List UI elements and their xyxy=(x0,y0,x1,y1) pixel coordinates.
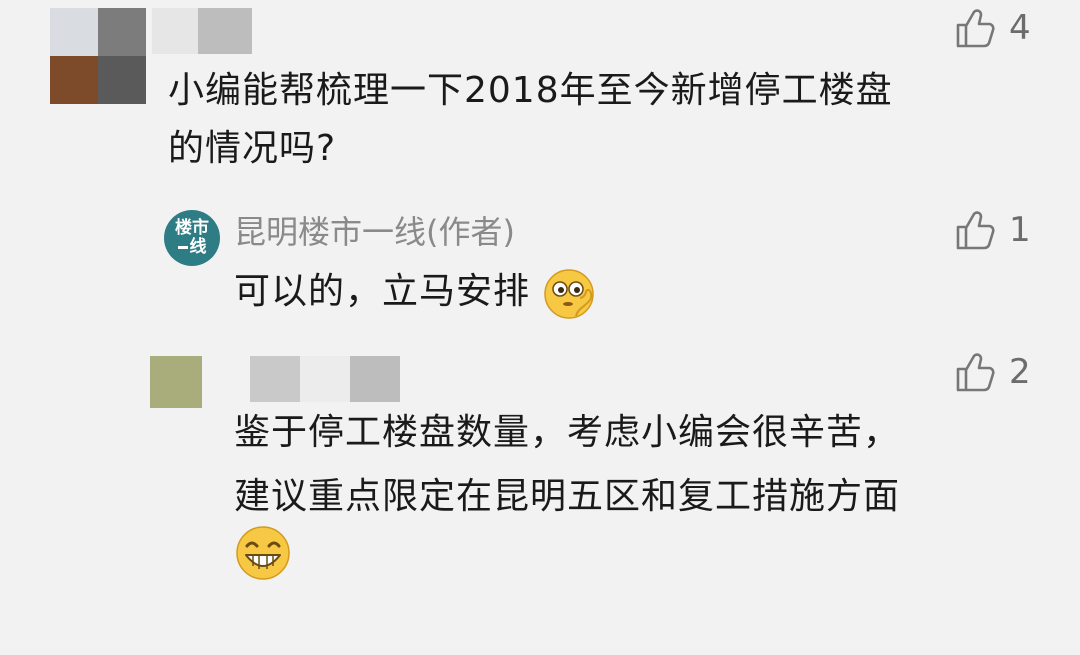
author-name[interactable]: 昆明楼市一线(作者) xyxy=(234,212,515,252)
like-count: 4 xyxy=(1009,8,1031,48)
username-redacted[interactable] xyxy=(250,356,400,402)
like-count: 1 xyxy=(1009,210,1031,250)
like-count: 2 xyxy=(1009,352,1031,392)
username-redacted[interactable] xyxy=(152,8,252,54)
avatar[interactable] xyxy=(150,356,202,408)
comment-line: 鉴于停工楼盘数量，考虑小编会很辛苦， xyxy=(234,412,901,453)
author-avatar[interactable]: 楼市 线 xyxy=(164,210,220,266)
thinking-emoji xyxy=(544,269,595,319)
thumbs-up-icon xyxy=(956,353,995,392)
thumbs-up-icon xyxy=(956,9,995,48)
avatar[interactable] xyxy=(50,8,146,104)
comment-line: 建议重点限定在昆明五区和复工措施方面 xyxy=(234,476,901,517)
like-button[interactable]: 2 xyxy=(955,350,1031,394)
comment-thread: 小编能帮梳理一下2018年至今新增停工楼盘 的情况吗? 4 楼市 线 昆明楼市一… xyxy=(0,0,1080,655)
comment-line: 的情况吗? xyxy=(168,128,337,169)
like-button[interactable]: 4 xyxy=(955,6,1031,50)
comment-line: 小编能帮梳理一下2018年至今新增停工楼盘 xyxy=(168,70,893,111)
like-button[interactable]: 1 xyxy=(955,208,1031,252)
reply-text: 可以的，立马安排 xyxy=(234,264,600,322)
grin-emoji xyxy=(236,526,290,580)
thumbs-up-icon xyxy=(956,211,995,250)
